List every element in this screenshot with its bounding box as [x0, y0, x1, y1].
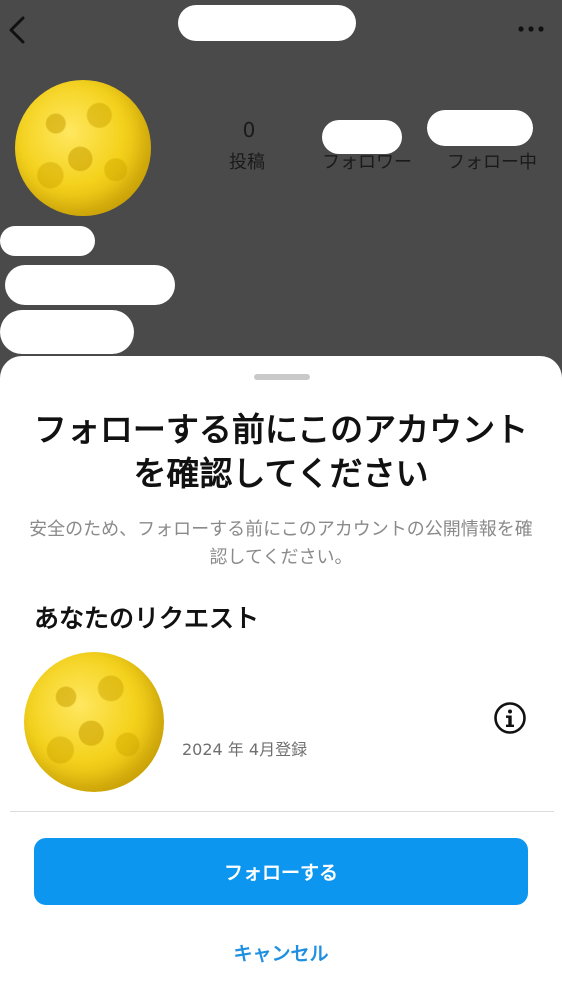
posts-count: 0: [242, 118, 256, 142]
redacted-followers-count: [322, 120, 402, 154]
account-avatar: [24, 652, 164, 792]
chevron-left-icon: [9, 16, 25, 44]
redacted-following-count: [427, 110, 533, 146]
back-button[interactable]: [0, 10, 34, 50]
follow-button[interactable]: フォローする: [34, 838, 528, 905]
redacted-bio-line-1: [5, 265, 175, 305]
redacted-bio-line-2: [0, 310, 134, 354]
following-label[interactable]: フォロー中: [447, 148, 537, 174]
posts-label[interactable]: 投稿: [229, 148, 265, 174]
divider: [10, 811, 554, 812]
account-joined-date: 2024 年 4月登録: [182, 740, 308, 759]
redacted-username: [178, 5, 356, 41]
sheet-title: フォローする前にこのアカウントを確認してください: [33, 410, 529, 493]
redacted-display-name: [0, 226, 95, 256]
more-options-button[interactable]: [514, 14, 548, 44]
cancel-button[interactable]: キャンセル: [181, 934, 381, 970]
follow-confirmation-sheet: フォローする前にこのアカウントを確認してください 安全のため、フォローする前にこ…: [0, 356, 562, 999]
info-icon: [494, 702, 526, 734]
sheet-description: 安全のため、フォローする前にこのアカウントの公開情報を確認してください。: [29, 519, 533, 568]
sheet-drag-handle[interactable]: [254, 374, 310, 380]
request-section-title: あなたのリクエスト: [34, 604, 260, 633]
account-info-button[interactable]: [492, 700, 528, 736]
more-horizontal-icon: [518, 26, 544, 32]
